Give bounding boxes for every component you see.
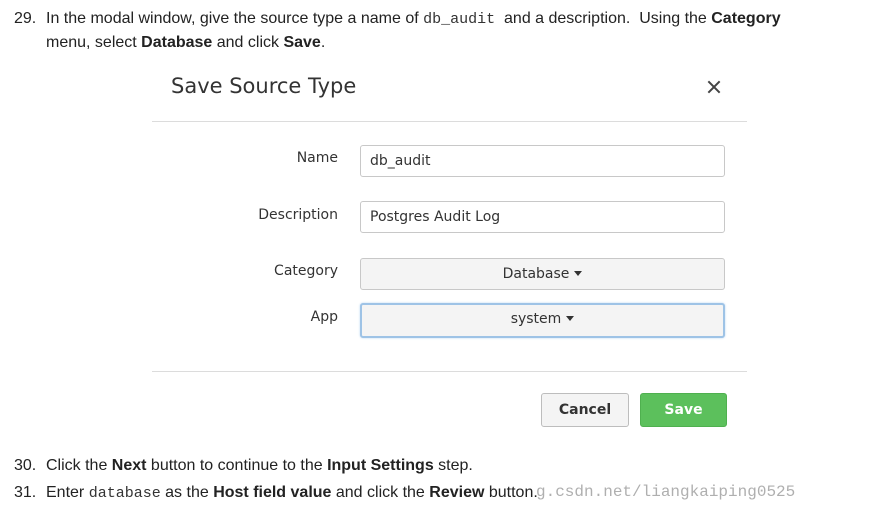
close-icon[interactable] (707, 80, 721, 94)
bold-term: Database (141, 34, 213, 51)
save-source-type-modal: Save Source Type Name Description Catego… (152, 62, 747, 432)
description-label: Description (258, 207, 338, 223)
name-input[interactable] (361, 146, 724, 176)
category-selected-value: Database (502, 266, 570, 282)
watermark: g.csdn.net/liangkaiping0525 (536, 483, 796, 501)
instruction-step-29: 29. In the modal window, give the source … (14, 7, 874, 54)
caret-down-icon (566, 316, 575, 321)
step-text: Click the (46, 457, 112, 474)
app-dropdown[interactable]: system (360, 303, 725, 338)
step-text: Enter (46, 484, 89, 501)
step-number: 29. (14, 10, 37, 27)
app-selected-value: system (510, 311, 562, 327)
step-text: button to continue to the (146, 457, 328, 474)
step-text: and click the (331, 484, 430, 501)
step-number: 31. (14, 484, 37, 501)
step-text: and a description. Using the (495, 10, 712, 27)
bold-term: Input Settings (327, 457, 434, 474)
bold-term: Host field value (213, 484, 332, 501)
cancel-button[interactable]: Cancel (541, 393, 629, 427)
bold-term: Save (283, 34, 321, 51)
name-label: Name (296, 150, 338, 166)
description-field-wrapper (360, 201, 725, 233)
category-label: Category (274, 263, 338, 279)
bold-term: Category (711, 10, 781, 27)
divider (152, 121, 747, 122)
step-text: as the (160, 484, 214, 501)
modal-title: Save Source Type (171, 74, 357, 98)
step-number: 30. (14, 457, 37, 474)
description-input[interactable] (361, 202, 724, 232)
bold-term: Review (429, 484, 485, 501)
app-label: App (310, 309, 338, 325)
instruction-step-30: 30. Click the Next button to continue to … (14, 454, 473, 477)
step-text: menu, select (46, 34, 142, 51)
step-text: and click (212, 34, 284, 51)
instruction-step-31: 31. Enter database as the Host field valu… (14, 481, 538, 505)
step-text: In the modal window, give the source typ… (46, 10, 424, 27)
caret-down-icon (574, 271, 583, 276)
inline-code: database (88, 485, 161, 502)
divider (152, 371, 747, 372)
name-field-wrapper (360, 145, 725, 177)
step-text: button. (484, 484, 538, 501)
bold-term: Next (111, 457, 147, 474)
step-text: . (320, 34, 326, 51)
inline-code: db_audit (423, 11, 496, 28)
category-dropdown[interactable]: Database (360, 258, 725, 290)
step-text: step. (433, 457, 473, 474)
save-button[interactable]: Save (640, 393, 727, 427)
